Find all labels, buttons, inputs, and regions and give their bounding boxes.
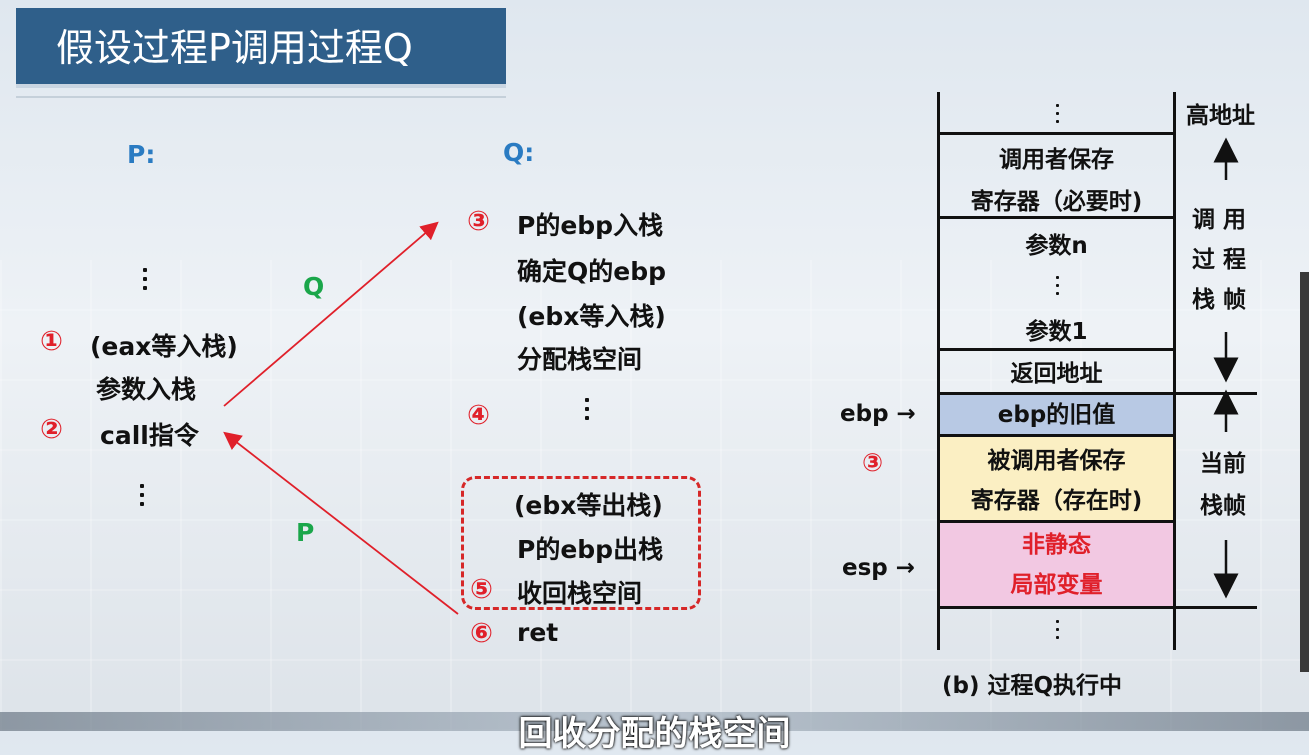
step3-number: ③ — [467, 206, 490, 237]
cleanup-line-2: P的ebp出栈 — [517, 535, 664, 564]
locals-line-1: 非静态 — [1022, 532, 1091, 558]
slide-title: 假设过程P调用过程Q — [16, 8, 506, 88]
step5-number: ⑤ — [470, 574, 493, 605]
stack-divider-3 — [937, 348, 1175, 351]
p-bottom-ellipsis — [140, 484, 144, 511]
param-1-cell: 参数1 — [1025, 319, 1088, 345]
cleanup-line-1: (ebx等出栈) — [514, 491, 663, 520]
right-edge-panel — [1300, 272, 1309, 672]
q-line-4: 分配栈空间 — [517, 345, 643, 374]
stack-right-wall — [1173, 92, 1176, 650]
step1-number: ① — [40, 326, 63, 357]
p-top-ellipsis — [143, 268, 147, 295]
stack-top-ellipsis — [1056, 104, 1060, 128]
caller-frame-label-1: 调 用 — [1192, 207, 1247, 233]
q-line-1: P的ebp入栈 — [517, 211, 664, 240]
current-frame-label-1: 当前 — [1200, 451, 1246, 477]
callee-saved-line-1: 被调用者保存 — [987, 448, 1126, 474]
stack-divider-1 — [937, 132, 1175, 135]
step1-text: (eax等入栈) — [90, 332, 238, 361]
step2-text: call指令 — [100, 421, 199, 450]
q-line-3: (ebx等入栈) — [517, 302, 666, 331]
params-ellipsis — [1056, 276, 1060, 300]
param-n-cell: 参数n — [1025, 233, 1088, 259]
call-arrow-label: Q — [303, 272, 325, 301]
stack-divider-2 — [937, 216, 1175, 219]
stack-bottom-ellipsis — [1056, 620, 1060, 644]
locals-line-2: 局部变量 — [1010, 572, 1103, 598]
caller-frame-label-2: 过 程 — [1192, 247, 1247, 273]
high-address-label: 高地址 — [1186, 103, 1255, 129]
q-label: Q: — [503, 138, 535, 167]
caller-saved-line-2: 寄存器（必要时) — [970, 189, 1143, 215]
step6-number: ⑥ — [470, 618, 493, 649]
step6-text: ret — [517, 618, 559, 647]
old-ebp-cell: ebp的旧值 — [940, 395, 1173, 435]
step2-number: ② — [40, 414, 63, 445]
esp-pointer-label: esp → — [842, 555, 916, 581]
step3-marker: ③ — [862, 448, 884, 477]
step4-number: ④ — [467, 400, 490, 431]
stack-bottom-line — [937, 606, 1257, 609]
locals-cell: 非静态 局部变量 — [940, 523, 1173, 607]
return-arrow-label: P — [296, 518, 315, 547]
step1-subtext: 参数入栈 — [96, 375, 197, 404]
stack-caption: (b) 过程Q执行中 — [942, 673, 1123, 699]
q-middle-ellipsis — [585, 398, 589, 425]
caller-frame-label-3: 栈 帧 — [1192, 287, 1247, 313]
callee-saved-cell: 被调用者保存 寄存器（存在时) — [940, 437, 1173, 520]
ebp-pointer-label: ebp → — [840, 401, 916, 427]
callee-saved-line-2: 寄存器（存在时) — [970, 488, 1143, 514]
caller-saved-line-1: 调用者保存 — [999, 147, 1114, 173]
title-underline — [16, 96, 506, 98]
cleanup-line-3: 收回栈空间 — [517, 579, 643, 608]
q-line-2: 确定Q的ebp — [517, 257, 666, 286]
return-address-cell: 返回地址 — [1010, 361, 1103, 387]
current-frame-label-2: 栈帧 — [1200, 493, 1246, 519]
p-label: P: — [127, 140, 156, 169]
